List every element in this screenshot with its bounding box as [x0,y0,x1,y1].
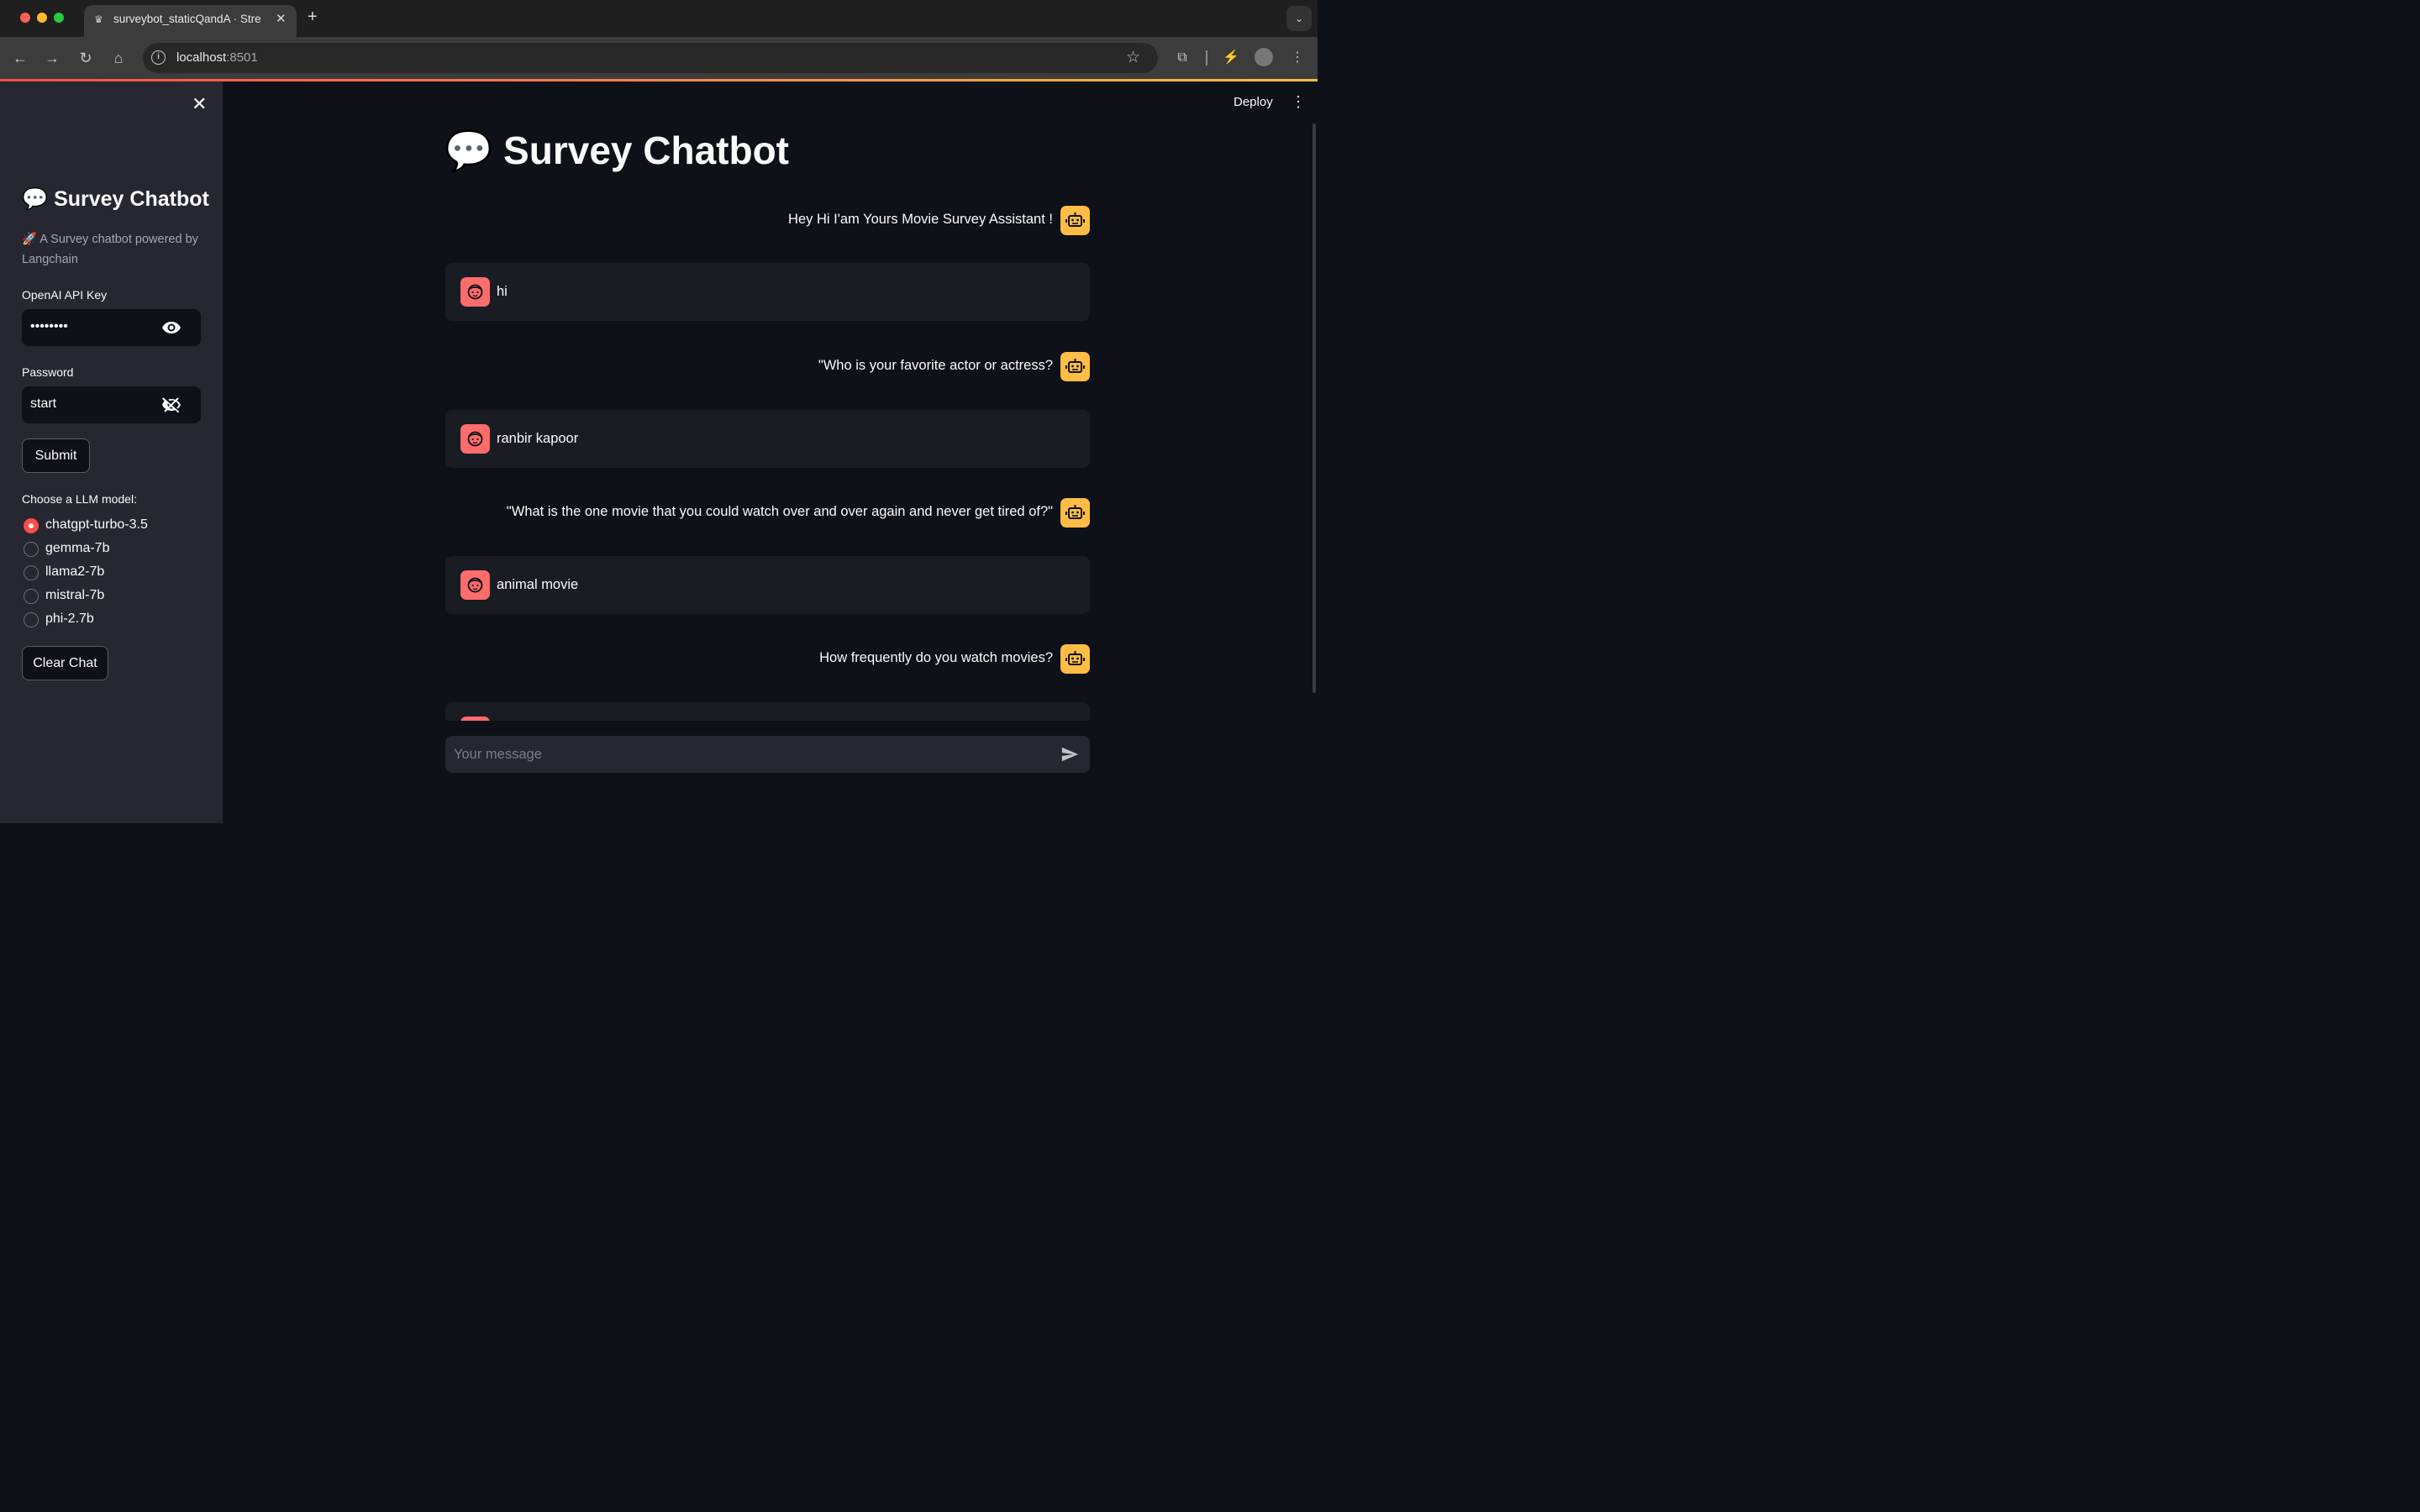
page-title: 💬 Survey Chatbot [445,129,790,172]
browser-toolbar: ← → ↻ ⌂ i localhost:8501 ☆ ⧉ ⚡ ⋮ [0,37,1318,79]
robot-icon [1065,213,1085,227]
user-message: hi [445,263,1090,321]
radio-unselected-icon [24,589,39,604]
home-icon[interactable]: ⌂ [108,47,129,69]
user-message [445,702,1090,721]
assistant-avatar [1060,206,1090,235]
deploy-button[interactable]: Deploy [1234,95,1273,109]
assistant-avatar [1060,498,1090,528]
sidebar-title: 💬 Survey Chatbot [22,187,209,211]
model-radio-label: Choose a LLM model: [22,492,137,506]
minimize-window-button[interactable] [37,13,47,23]
assistant-message: "What is the one movie that you could wa… [445,498,1090,528]
sidebar-subtitle: 🚀 A Survey chatbot powered by Langchain [22,233,198,266]
bookmark-star-icon[interactable]: ☆ [1126,48,1140,67]
assistant-message: "Who is your favorite actor or actress? [445,352,1090,381]
streamlit-favicon-icon: ♛ [94,13,103,25]
assistant-message: How frequently do you watch movies? [445,644,1090,674]
toolbar-divider [1206,50,1207,66]
password-input[interactable]: start [22,386,201,423]
user-face-icon [467,284,483,300]
site-info-icon[interactable]: i [151,50,166,65]
assistant-message: Hey Hi I'am Yours Movie Survey Assistant… [445,206,1090,235]
profile-avatar[interactable] [1255,48,1273,66]
address-bar[interactable]: i localhost:8501 ☆ [143,43,1158,73]
browser-menu-icon[interactable]: ⋮ [1286,47,1308,69]
tab-close-icon[interactable]: ✕ [276,11,287,26]
user-avatar [460,570,490,600]
password-label: Password [22,365,74,379]
tab-search-icon[interactable]: ⌄ [1286,6,1312,31]
close-window-button[interactable] [20,13,30,23]
hide-password-eye-off-icon[interactable] [160,395,182,415]
main-menu-icon[interactable]: ⋮ [1291,93,1306,111]
forward-icon[interactable]: → [41,47,63,69]
user-face-icon [467,431,483,447]
api-key-label: OpenAI API Key [22,288,108,302]
robot-icon [1065,505,1085,519]
radio-selected-icon [24,518,39,533]
user-avatar [460,277,490,307]
show-password-eye-icon[interactable] [160,318,182,338]
user-avatar [460,424,490,454]
assistant-avatar [1060,644,1090,674]
radio-unselected-icon [24,542,39,557]
chat-message-list: Hey Hi I'am Yours Movie Survey Assistant… [445,195,1090,721]
maximize-window-button[interactable] [54,13,64,23]
browser-tab[interactable]: ♛ surveybot_staticQandA · Stre ✕ [84,5,297,37]
password-value: start [30,396,57,411]
reload-icon[interactable]: ↻ [75,47,97,69]
user-avatar [460,717,490,721]
submit-button[interactable]: Submit [22,438,90,473]
sidebar: ✕ 💬 Survey Chatbot 🚀 A Survey chatbot po… [0,81,223,823]
user-message: ranbir kapoor [445,410,1090,468]
extensions-icon[interactable]: ⧉ [1171,47,1193,69]
radio-unselected-icon [24,612,39,627]
tab-title: surveybot_staticQandA · Stre [113,13,261,25]
chat-input-container [445,736,1090,773]
new-tab-icon[interactable]: + [308,8,318,27]
sidebar-close-icon[interactable]: ✕ [192,93,207,115]
main-content: Deploy ⋮ 💬 Survey Chatbot Hey Hi I'am Yo… [223,81,1318,823]
send-icon[interactable] [1060,745,1079,764]
user-message: animal movie [445,556,1090,614]
radio-unselected-icon [24,565,39,580]
user-face-icon [467,577,483,593]
assistant-avatar [1060,352,1090,381]
robot-icon [1065,359,1085,373]
clear-chat-button[interactable]: Clear Chat [22,646,108,680]
api-key-input[interactable]: •••••••• [22,309,201,346]
browser-tab-bar: ♛ surveybot_staticQandA · Stre ✕ + ⌄ [0,0,1318,37]
api-key-value: •••••••• [30,319,68,333]
back-icon[interactable]: ← [9,47,31,69]
url-text: localhost:8501 [176,50,258,65]
scrollbar[interactable] [1313,123,1316,693]
extension-lightning-icon[interactable]: ⚡ [1220,47,1242,69]
robot-icon [1065,651,1085,665]
chat-message-input[interactable] [454,736,1042,773]
